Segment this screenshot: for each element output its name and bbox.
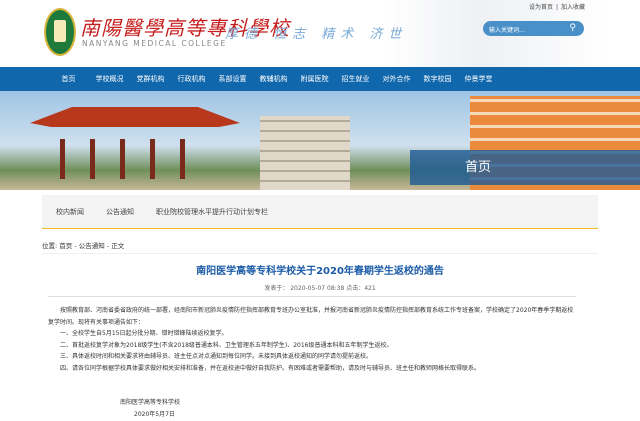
search-input[interactable]: 输入关键词... ⚲ [483, 21, 584, 36]
nav-party[interactable]: 党群机构 [130, 67, 171, 91]
signature-block: 南阳医学高等专科学校 2020年5月7日 [120, 397, 180, 421]
top-links: 设为首页 | 加入收藏 [528, 4, 585, 11]
nav-support[interactable]: 教辅机构 [253, 67, 294, 91]
nav-overview[interactable]: 学校概况 [89, 67, 130, 91]
motto: 厚德 恒志 精术 济世 [225, 27, 408, 42]
site-header: 南陽醫學高等專科學校 NANYANG MEDICAL COLLEGE 厚德 恒志… [0, 0, 640, 67]
article-body: 按照教育部、河南省委省政府的统一部署，经南阳市新冠肺炎疫情防控指挥部教育专班办公… [48, 305, 578, 374]
subnav-campus-news[interactable]: 校内新闻 [56, 207, 84, 217]
nav-home[interactable]: 首页 [48, 67, 89, 91]
nav-admissions[interactable]: 招生就业 [335, 67, 376, 91]
subnav-management-plan[interactable]: 职业院校管理水平提升行动计划专栏 [156, 207, 268, 217]
article-title: 南阳医学高等专科学校关于2020年春期学生返校的通告 [196, 266, 444, 277]
pavilion-roof [30, 107, 240, 127]
search-placeholder: 输入关键词... [489, 27, 525, 34]
logo-english-name: NANYANG MEDICAL COLLEGE [82, 39, 227, 48]
search-icon[interactable]: ⚲ [569, 23, 576, 33]
add-favorite-link[interactable]: 加入收藏 [561, 4, 585, 11]
paragraph: 一、全校学生自5月15日起分批分期、错时错峰陆续返校复学。 [60, 330, 228, 337]
nav-cooperation[interactable]: 对外合作 [376, 67, 417, 91]
campus-building [260, 116, 350, 190]
nav-hospital[interactable]: 附属医院 [294, 67, 335, 91]
paragraph: 按照教育部、河南省委省政府的统一部署，经南阳市新冠肺炎疫情防控指挥部教育专班办公… [48, 307, 574, 326]
nav-departments[interactable]: 系部设置 [212, 67, 253, 91]
pavilion-pillars [60, 139, 210, 179]
article-meta: 发表于： 2020-05-07 08:38 点击：421 [264, 285, 376, 292]
divider [48, 296, 576, 297]
campus-banner: 首页 [0, 91, 640, 190]
set-homepage-link[interactable]: 设为首页 [529, 4, 553, 11]
nav-admin[interactable]: 行政机构 [171, 67, 212, 91]
subnav-notices[interactable]: 公告通知 [106, 207, 134, 217]
paragraph: 四、请各位同学根据学校具体要求做好相关安排和准备，并在返校途中做好自我防护。有困… [60, 364, 481, 372]
banner-title: 首页 [410, 150, 640, 185]
signature: 南阳医学高等专科学校 [120, 399, 181, 406]
signature-date: 2020年5月7日 [134, 411, 175, 418]
nav-digital[interactable]: 数字校园 [417, 67, 458, 91]
college-seal-logo[interactable] [44, 8, 76, 56]
nav-zhongjing[interactable]: 仲景学堂 [458, 67, 499, 91]
main-nav: 首页 学校概况 党群机构 行政机构 系部设置 教辅机构 附属医院 招生就业 对外… [0, 67, 640, 91]
sub-nav: 校内新闻 公告通知 职业院校管理水平提升行动计划专栏 [42, 195, 598, 229]
paragraph: 三、具体返校时间和相关要求将由辅导员、班主任点对点通知到每位同学。未接到具体返校… [60, 353, 373, 360]
paragraph: 二、首批返校复学对象为2018级学生(不含2018级普通本科、卫生管理系五年制学… [60, 341, 393, 349]
breadcrumb: 位置: 首页 - 公告通知 - 正文 [42, 240, 598, 254]
